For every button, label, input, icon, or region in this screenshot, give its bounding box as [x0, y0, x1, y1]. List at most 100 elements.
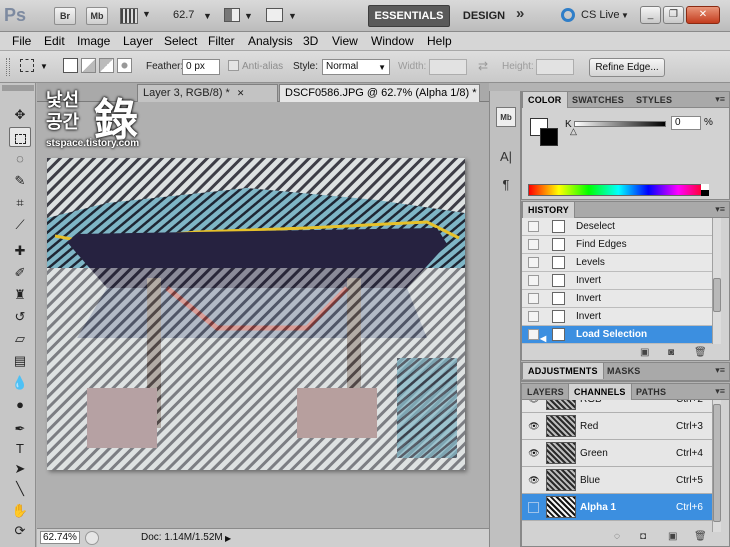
k-slider-track[interactable]: [574, 121, 666, 127]
history-scrollbar-thumb[interactable]: [713, 278, 721, 312]
history-item[interactable]: Invert: [522, 272, 712, 290]
create-snapshot-icon[interactable]: ◙: [668, 347, 674, 358]
rectangular-marquee-tool-icon[interactable]: [9, 127, 31, 147]
history-item[interactable]: Invert: [522, 290, 712, 308]
document-size-readout[interactable]: Doc: 1.14M/1.52M: [141, 532, 223, 543]
trash-icon[interactable]: 🗑: [694, 347, 707, 358]
visibility-eye-box[interactable]: [528, 502, 539, 513]
cs-live-button[interactable]: CS Live: [581, 9, 620, 21]
history-snapshot-box[interactable]: [528, 239, 539, 250]
zoom-level-field[interactable]: 62.7: [173, 9, 194, 21]
menu-filter[interactable]: Filter: [208, 34, 235, 48]
minimize-button[interactable]: _: [640, 6, 661, 24]
rectangular-marquee-preset-icon[interactable]: [20, 59, 34, 72]
history-snapshot-box[interactable]: [528, 329, 539, 340]
menu-analysis[interactable]: Analysis: [248, 34, 293, 48]
channel-row-alpha1[interactable]: Alpha 1 Ctrl+6: [522, 494, 712, 521]
tab-masks[interactable]: MASKS: [602, 363, 646, 379]
channels-scrollbar-thumb[interactable]: [713, 404, 721, 522]
history-brush-tool-icon[interactable]: ↺: [9, 307, 31, 327]
eyedropper-tool-icon[interactable]: ⟋: [9, 215, 31, 235]
history-item[interactable]: Levels: [522, 254, 712, 272]
panel-menu-icon[interactable]: ▾≡: [715, 204, 725, 215]
zoom-input[interactable]: 62.74%: [40, 531, 80, 544]
history-item[interactable]: Find Edges: [522, 236, 712, 254]
history-scrollbar[interactable]: [712, 218, 721, 344]
swap-width-height-icon[interactable]: ⇄: [478, 59, 488, 73]
tab-history[interactable]: HISTORY: [522, 202, 575, 218]
history-item[interactable]: Invert: [522, 308, 712, 326]
channels-scrollbar[interactable]: [712, 400, 721, 532]
subtract-from-selection-icon[interactable]: [99, 58, 114, 73]
cs-live-chevron-down-icon[interactable]: ▼: [621, 11, 629, 20]
menu-edit[interactable]: Edit: [44, 34, 65, 48]
lasso-tool-icon[interactable]: ◌: [9, 149, 31, 169]
tab-color[interactable]: COLOR: [522, 92, 568, 108]
channel-row-red[interactable]: 👁 Red Ctrl+3: [522, 413, 712, 440]
channel-row-rgb[interactable]: 👁 RGB Ctrl+2: [522, 400, 712, 413]
menu-help[interactable]: Help: [427, 34, 452, 48]
panel-menu-icon[interactable]: ▾≡: [715, 94, 725, 105]
restore-button[interactable]: ❐: [663, 6, 684, 24]
history-snapshot-box[interactable]: [528, 257, 539, 268]
close-button[interactable]: ✕: [686, 6, 720, 24]
menu-window[interactable]: Window: [371, 34, 414, 48]
eraser-tool-icon[interactable]: ▱: [9, 329, 31, 349]
screen-mode-chevron-down-icon[interactable]: ▼: [288, 11, 297, 21]
tab-channels[interactable]: CHANNELS: [568, 384, 632, 400]
launch-bridge-button[interactable]: Br: [54, 7, 76, 25]
clone-stamp-tool-icon[interactable]: ♜: [9, 285, 31, 305]
tab-layers[interactable]: LAYERS: [522, 384, 569, 400]
history-snapshot-box[interactable]: [528, 293, 539, 304]
history-snapshot-box[interactable]: [528, 311, 539, 322]
more-workspaces-icon[interactable]: »: [516, 5, 524, 22]
panel-menu-icon[interactable]: ▾≡: [715, 365, 725, 376]
gradient-tool-icon[interactable]: ▤: [9, 351, 31, 371]
visibility-eye-icon[interactable]: 👁: [528, 400, 540, 404]
channel-row-green[interactable]: 👁 Green Ctrl+4: [522, 440, 712, 467]
status-info-icon[interactable]: [85, 531, 99, 545]
channel-row-blue[interactable]: 👁 Blue Ctrl+5: [522, 467, 712, 494]
cs-live-icon[interactable]: [561, 8, 575, 22]
minibridge-panel-icon[interactable]: Mb: [496, 107, 516, 127]
chevron-down-icon[interactable]: ▼: [142, 9, 151, 19]
intersect-selection-icon[interactable]: [117, 58, 132, 73]
create-new-channel-icon[interactable]: ▣: [668, 531, 677, 542]
history-snapshot-box[interactable]: [528, 275, 539, 286]
menu-layer[interactable]: Layer: [123, 34, 153, 48]
film-strip-icon[interactable]: [120, 8, 138, 24]
panel-menu-icon[interactable]: ▾≡: [715, 386, 725, 397]
3d-orbit-tool-icon[interactable]: ⟳: [9, 521, 31, 541]
delete-channel-icon[interactable]: 🗑: [694, 531, 707, 542]
tab-paths[interactable]: PATHS: [631, 384, 671, 400]
launch-minibridge-button[interactable]: Mb: [86, 7, 108, 25]
pen-tool-icon[interactable]: ✒: [9, 419, 31, 439]
menu-image[interactable]: Image: [77, 34, 110, 48]
brush-tool-icon[interactable]: ✐: [9, 263, 31, 283]
zoom-chevron-down-icon[interactable]: ▼: [203, 11, 212, 21]
tab-swatches[interactable]: SWATCHES: [567, 92, 629, 108]
add-to-selection-icon[interactable]: [81, 58, 96, 73]
feather-input[interactable]: 0 px: [182, 59, 220, 75]
refine-edge-button[interactable]: Refine Edge...: [589, 58, 665, 77]
tab-close-icon[interactable]: ✕: [237, 88, 245, 98]
quick-selection-tool-icon[interactable]: ✎: [9, 171, 31, 191]
blur-tool-icon[interactable]: 💧: [9, 373, 31, 393]
k-value-input[interactable]: 0: [671, 116, 701, 130]
history-item-selected[interactable]: ◀ Load Selection: [522, 326, 712, 344]
grip-icon[interactable]: [6, 58, 10, 76]
new-selection-icon[interactable]: [63, 58, 78, 73]
save-selection-as-channel-icon[interactable]: ◘: [640, 531, 646, 542]
tab-adjustments[interactable]: ADJUSTMENTS: [522, 363, 604, 379]
shape-tool-icon[interactable]: ╲: [9, 479, 31, 499]
height-input[interactable]: [536, 59, 574, 75]
move-tool-icon[interactable]: ✥: [9, 105, 31, 125]
history-item[interactable]: Deselect: [522, 218, 712, 236]
visibility-eye-icon[interactable]: 👁: [528, 421, 540, 431]
status-menu-arrow-icon[interactable]: ▶: [225, 534, 231, 543]
style-select[interactable]: Normal ▼: [322, 59, 390, 75]
spot-healing-brush-tool-icon[interactable]: ✚: [9, 241, 31, 261]
crop-tool-icon[interactable]: ⌗: [9, 193, 31, 213]
visibility-eye-icon[interactable]: 👁: [528, 448, 540, 458]
tools-panel-grip[interactable]: [2, 85, 34, 91]
